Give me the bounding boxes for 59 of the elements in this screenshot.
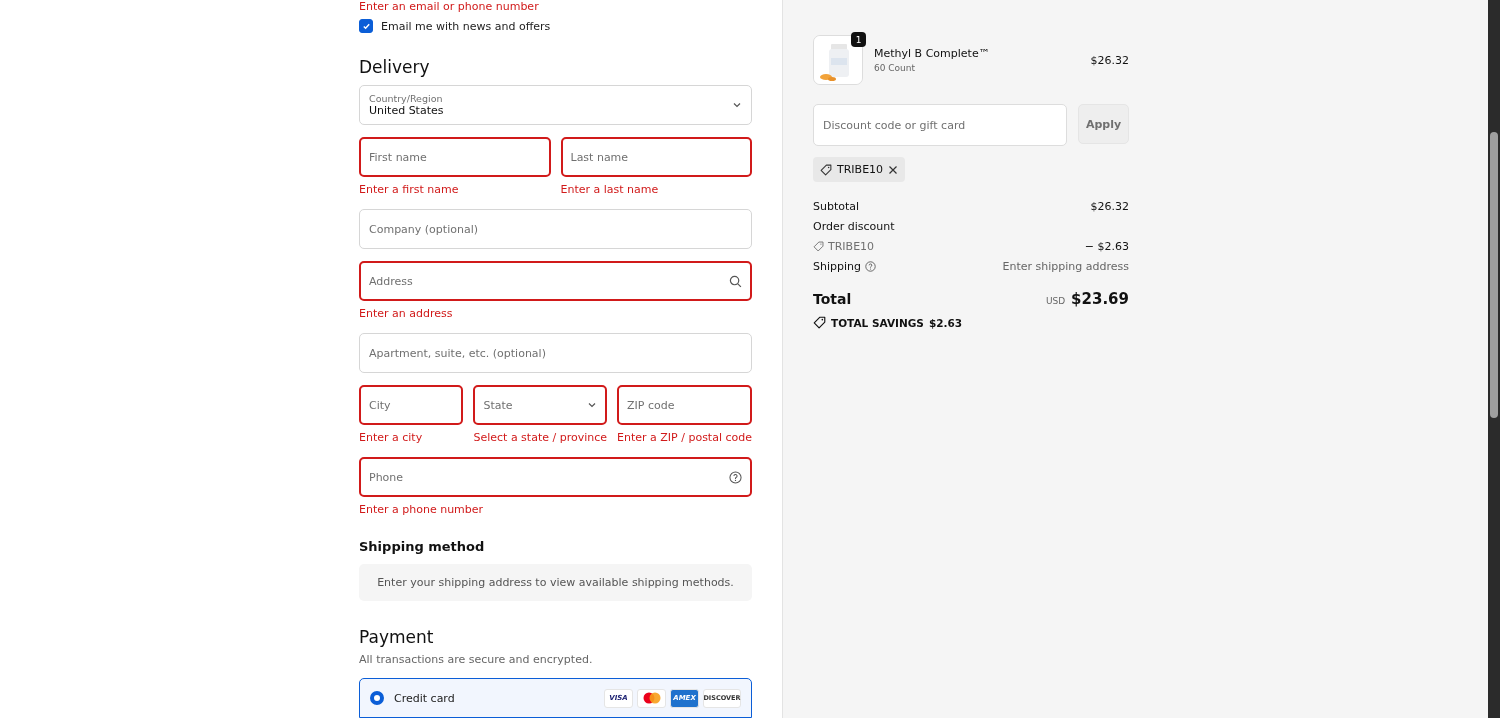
search-icon[interactable] [729,274,742,288]
apply-button[interactable]: Apply [1078,104,1129,144]
tag-icon [813,241,824,252]
input-field[interactable]: ZIP code [617,385,752,425]
help-icon[interactable] [729,470,742,484]
error-message: Enter a first name [359,183,460,197]
total-label: Total [813,291,852,307]
product-variant: 60 Count [874,63,917,73]
currency-code: USD [1045,296,1066,306]
product-name: Methyl B Complete™ [874,47,990,60]
error-message: Enter a ZIP / postal code [617,431,752,445]
error-message: Select a state / province [473,431,608,445]
input-field[interactable]: Company (optional) [359,209,752,249]
discount-code: TRIBE10 [837,163,884,176]
summary-value: Enter shipping address [1002,260,1129,273]
shipping-notice: Enter your shipping address to view available shipping methods. [359,564,752,602]
checkbox[interactable] [359,19,373,33]
error-message: Enter a city [359,431,424,445]
scrollbar-thumb[interactable] [1490,132,1498,418]
savings-amount: $2.63 [928,316,963,329]
chevron-down-icon [587,400,598,410]
section-subtitle: All transactions are secure and encrypted. [359,653,594,667]
savings-label: TOTAL SAVINGS [831,316,924,329]
section-title: Delivery [359,57,431,77]
chevron-down-icon [732,100,742,110]
summary-label-text: Subtotal [813,200,860,213]
input-field[interactable]: Last name [560,137,752,177]
select-field[interactable]: State [473,385,608,425]
error-message: Enter an email or phone number [359,0,540,14]
input-field[interactable]: City [359,385,464,425]
checkmark-icon [361,21,371,31]
help-icon[interactable] [865,261,876,272]
input-field[interactable]: Address [359,261,752,301]
section-title: Payment [359,627,435,648]
summary-value: $26.32 [1090,200,1129,213]
summary-label-text: TRIBE10 [828,240,875,253]
checkbox-label: Email me with news and offers [381,19,551,33]
product-price: $26.32 [1090,53,1129,67]
quantity-badge: 1 [851,32,866,47]
radio-button[interactable] [370,691,384,706]
summary-label-text: Order discount [813,220,895,233]
input-field[interactable]: First name [359,137,551,177]
summary-value: − $2.63 [1084,240,1129,253]
error-message: Enter a phone number [359,503,485,517]
input-field[interactable]: Apartment, suite, etc. (optional) [359,333,752,373]
error-message: Enter an address [359,307,454,321]
summary-label-text: Shipping [813,260,861,273]
section-title: Shipping method [359,539,486,554]
select-field[interactable]: Country/Region United States [359,85,752,125]
discount-field[interactable]: Discount code or gift card [813,104,1067,146]
error-message: Enter a last name [560,183,660,197]
card-logo [637,688,666,708]
scrollbar[interactable] [1488,0,1500,718]
payment-label: Credit card [394,691,455,705]
tags-icon [813,316,826,329]
input-field[interactable]: Phone [359,457,752,497]
close-icon[interactable] [888,164,899,175]
tag-icon [820,163,832,176]
total-amount: $23.69 [1071,290,1129,308]
